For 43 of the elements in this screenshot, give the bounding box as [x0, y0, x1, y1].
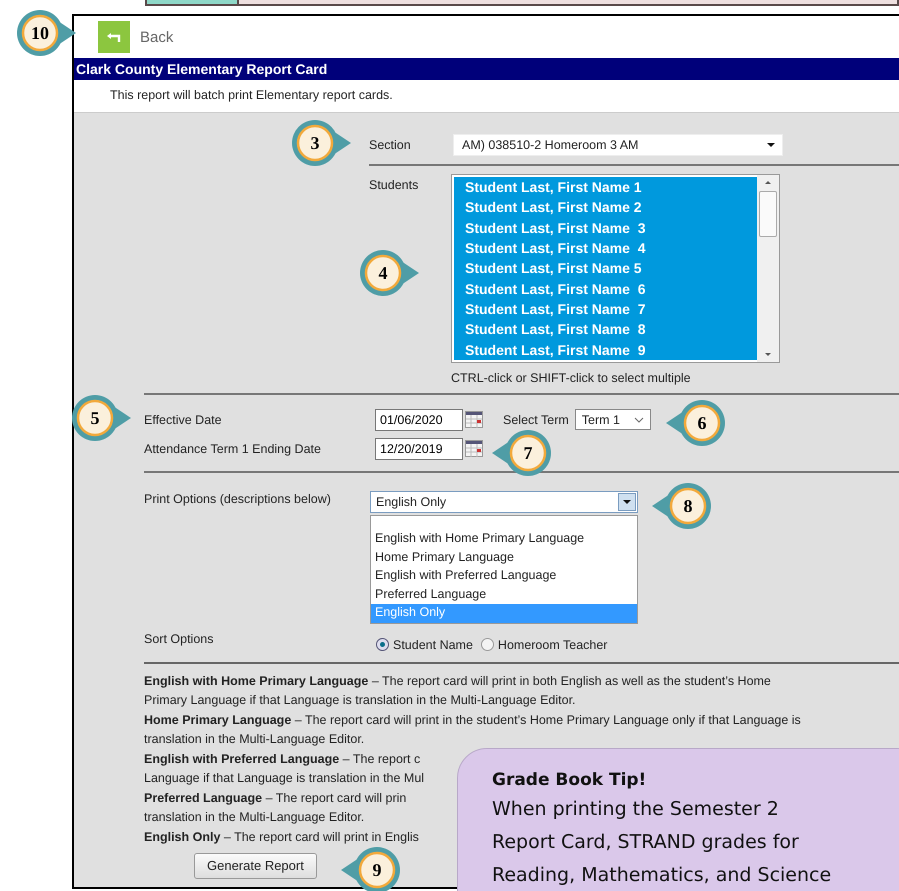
print-options-dropdown[interactable]: English Only: [370, 491, 638, 513]
date-field[interactable]: 01/06/2020: [375, 408, 463, 430]
student-list[interactable]: [451, 174, 780, 363]
scroll-down-icon: [764, 352, 772, 358]
field-label: Sort Options: [144, 632, 214, 646]
scroll-up-icon: [764, 179, 772, 185]
option-description: Preferred Language – The report card will prin translation in the Multi-Language Editor.: [144, 790, 406, 826]
dropdown-caret-icon: [766, 141, 776, 149]
back-button[interactable]: Back: [98, 21, 174, 53]
tip-title: Grade Book Tip!: [492, 769, 648, 792]
window-title: Clark County Elementary Report Card: [74, 58, 899, 80]
dropdown-option[interactable]: Home Primary Language: [371, 548, 637, 567]
radio-option[interactable]: Student Name: [376, 638, 473, 652]
field-label: Print Options (descriptions below): [144, 491, 332, 508]
scrollbar[interactable]: [757, 175, 779, 362]
term-dropdown[interactable]: Term 1: [574, 409, 651, 430]
radio-icon[interactable]: [480, 638, 494, 651]
scroll-thumb[interactable]: [759, 190, 777, 236]
field-label: Section: [369, 137, 412, 152]
option-description: English with Home Primary Language – The report card will print in both English as well as the student’s Home Primary Language if that Language is translation in the Multi-Language Editor.: [144, 672, 771, 709]
option-description: English with Preferred Language – The report c Language if that Language is translation in the Mul: [144, 750, 424, 787]
hint-text: CTRL-click or SHIFT-click to select multiple: [451, 371, 692, 385]
chevron-down-icon: [634, 416, 644, 424]
back-arrow-icon: [106, 30, 122, 44]
dropdown-option[interactable]: English with Home Primary Language: [371, 530, 637, 548]
field-label: Effective Date: [144, 412, 223, 426]
report-description: This report will batch print Elementary report cards.: [74, 80, 899, 113]
calendar-icon[interactable]: [465, 440, 483, 457]
option-description: English Only – The report card will print in Englis: [144, 828, 419, 846]
calendar-icon[interactable]: [465, 411, 483, 428]
option-description: Home Primary Language – The report card will print in the student’s Home Primary Language only if that Language is translation in the Multi-Language Editor.: [144, 712, 801, 748]
dropdown-option[interactable]: English with Preferred Language: [371, 567, 637, 586]
dropdown-option[interactable]: Preferred Language: [371, 586, 637, 604]
section-dropdown[interactable]: AM) 038510-2 Homeroom 3 AM: [453, 134, 783, 156]
radio-icon[interactable]: [376, 638, 389, 651]
field-label: Attendance Term 1 Ending Date: [144, 442, 322, 456]
date-field[interactable]: 12/20/2019: [375, 438, 463, 460]
generate-report-button[interactable]: Generate Report: [194, 852, 317, 878]
tip-text: When printing the Semester 2 Report Card, STRAND grades for Reading, Mathematics, and Science: [492, 797, 832, 888]
radio-label[interactable]: Student Name: [393, 638, 473, 652]
field-label: Students: [369, 177, 420, 192]
field-label: Select Term: [503, 412, 569, 426]
dropdown-caret-icon: [622, 498, 632, 506]
